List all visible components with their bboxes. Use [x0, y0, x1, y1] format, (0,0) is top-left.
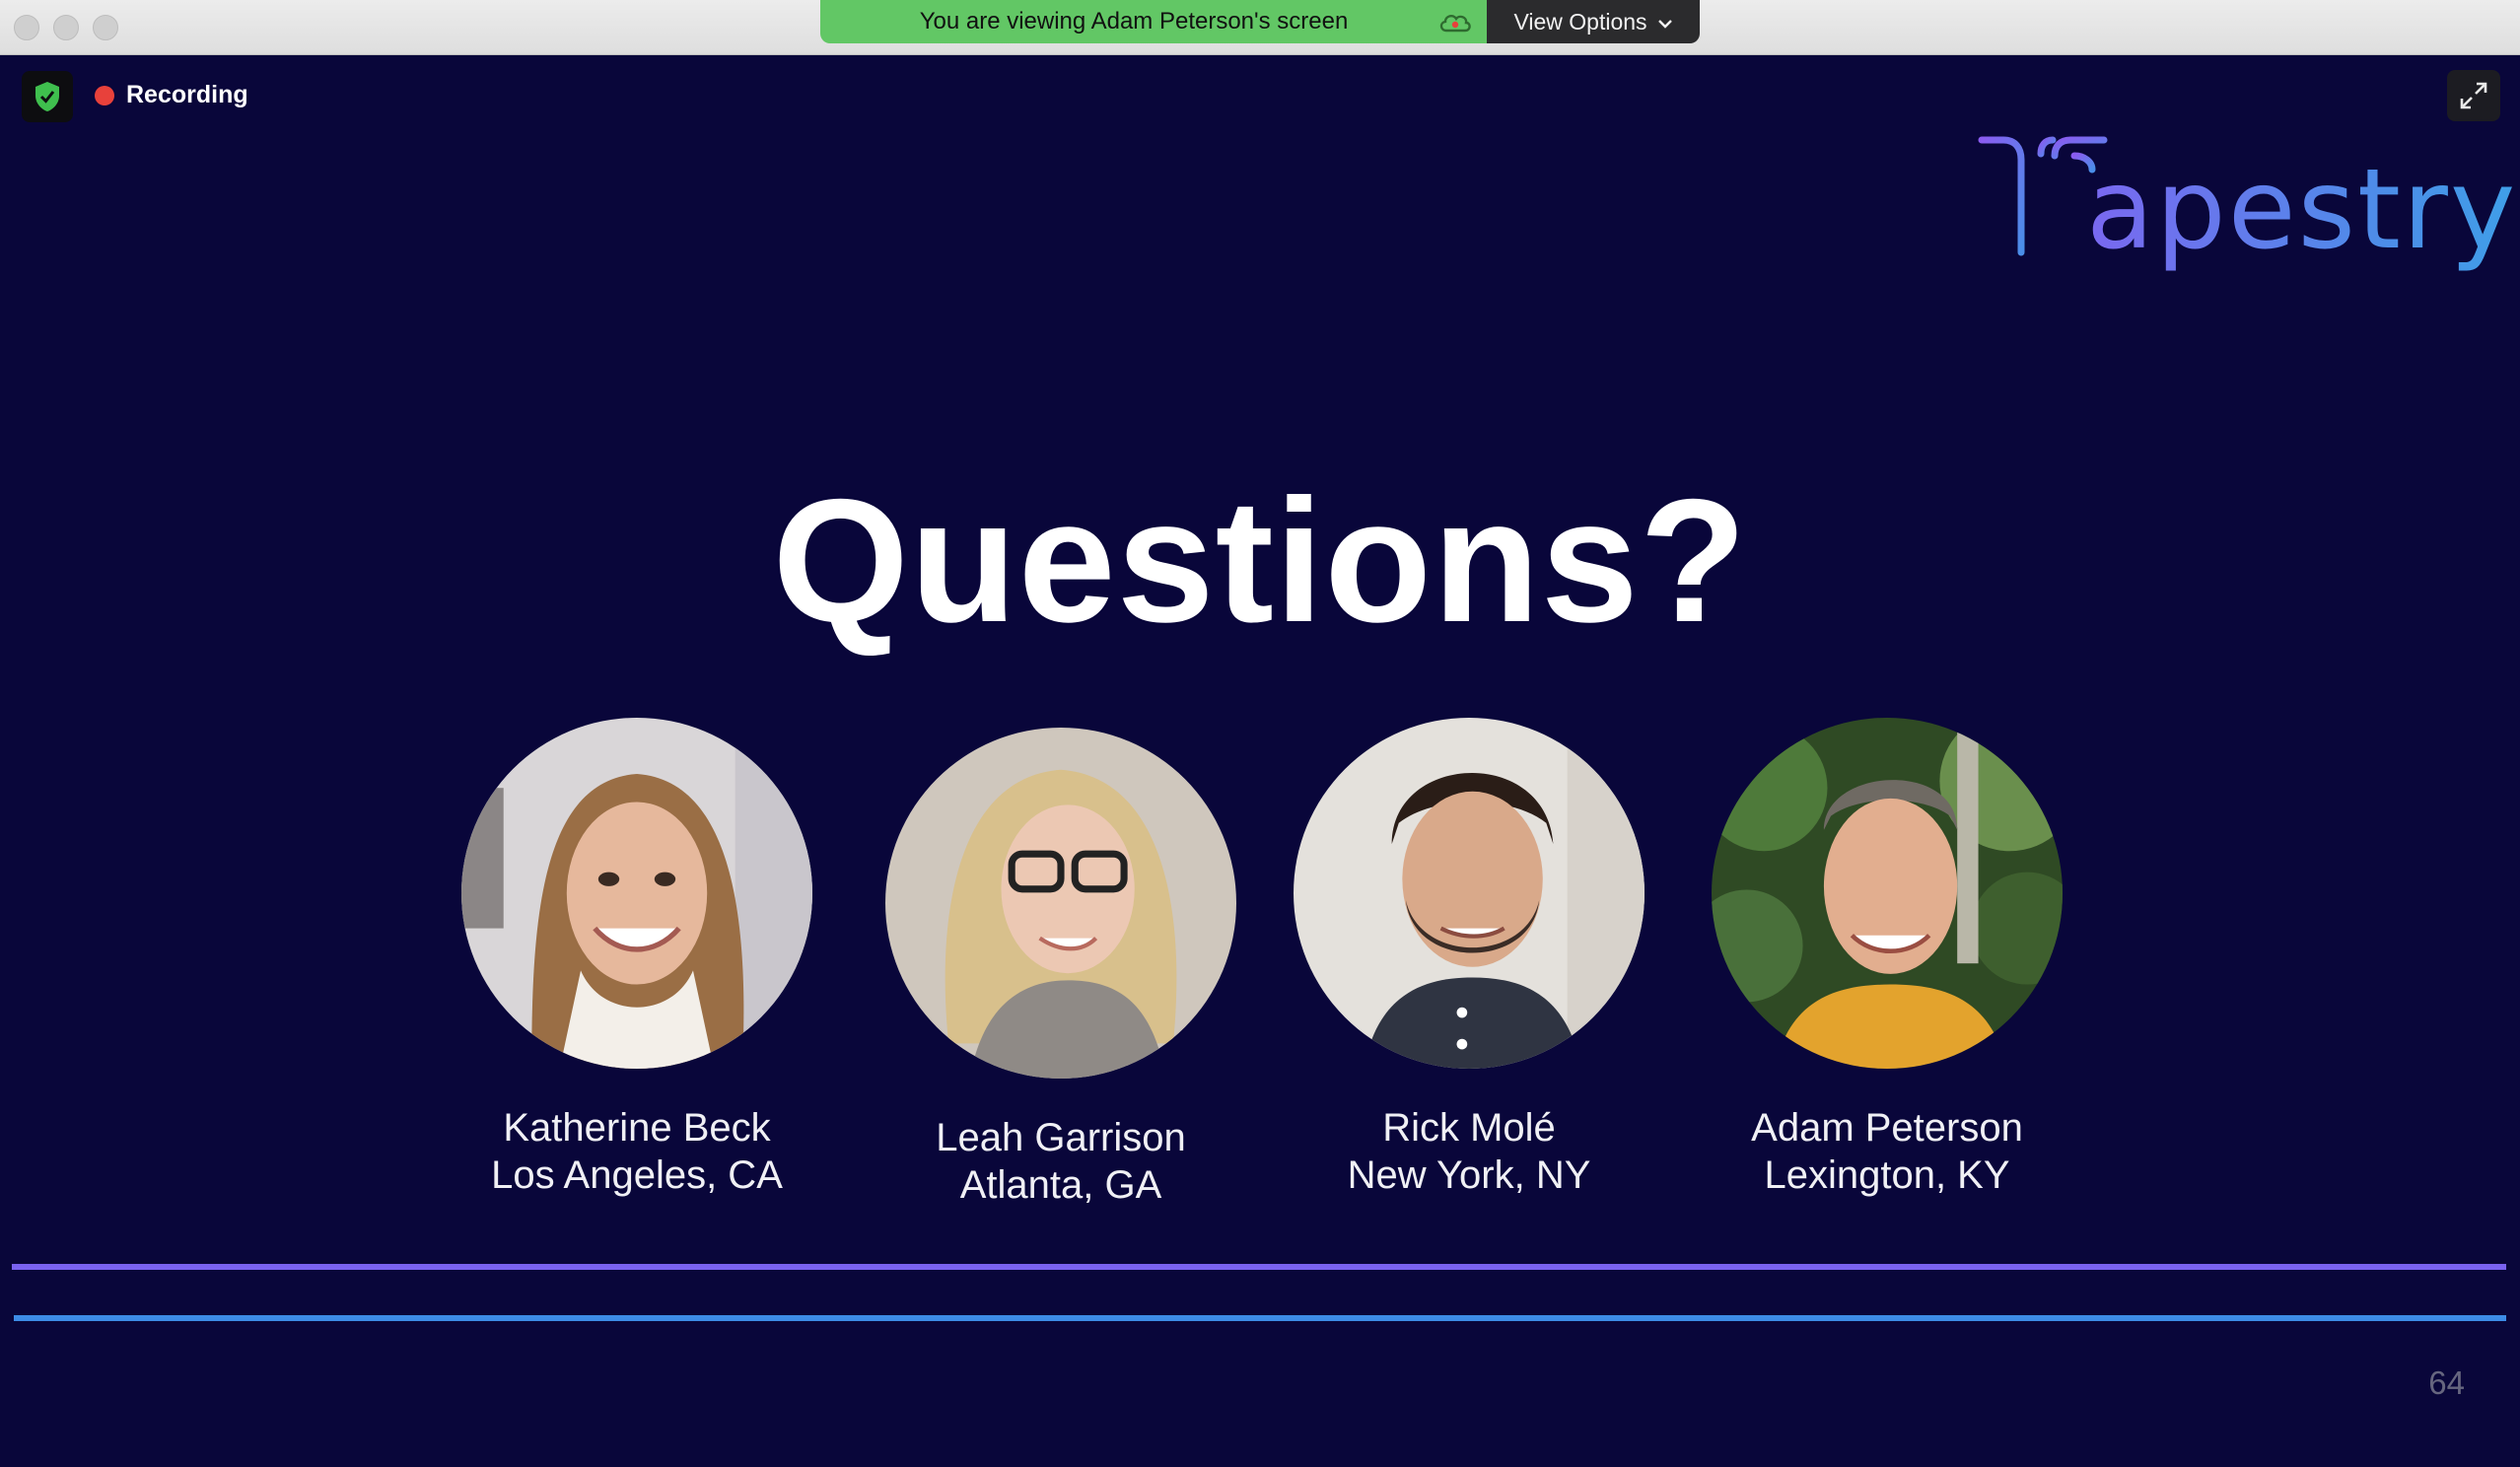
fullscreen-expand-icon: [2460, 82, 2487, 109]
view-options-button[interactable]: View Options: [1487, 0, 1700, 43]
presenter-card: Katherine Beck Los Angeles, CA: [420, 718, 854, 1199]
avatar: [885, 728, 1236, 1079]
presenter-card: Adam Peterson Lexington, KY: [1670, 718, 2104, 1199]
screen-share-banner: You are viewing Adam Peterson's screen: [820, 0, 1487, 43]
window-close-button[interactable]: [14, 15, 39, 40]
presenter-card: Leah Garrison Atlanta, GA: [844, 718, 1278, 1209]
avatar: [1294, 718, 1645, 1069]
avatar: [461, 718, 812, 1069]
view-options-label: View Options: [1513, 8, 1647, 35]
presenter-location: Atlanta, GA: [959, 1163, 1162, 1207]
slide-page-number: 64: [2428, 1364, 2465, 1401]
presenter-location: Los Angeles, CA: [491, 1153, 783, 1197]
presenter-name: Leah Garrison: [936, 1116, 1186, 1159]
decorative-line-purple: [12, 1264, 2506, 1270]
chevron-down-icon: [1657, 19, 1672, 29]
recording-label: Recording: [126, 81, 248, 108]
decorative-line-blue: [14, 1315, 2506, 1321]
presenter-name: Adam Peterson: [1751, 1106, 2023, 1150]
presenter-card: Rick Molé New York, NY: [1252, 718, 1686, 1199]
presenter-name: Rick Molé: [1382, 1106, 1556, 1150]
recording-indicator[interactable]: Recording: [95, 81, 248, 109]
share-banner-text: You are viewing Adam Peterson's screen: [919, 8, 1349, 35]
presenter-name: Katherine Beck: [503, 1106, 771, 1150]
window-minimize-button[interactable]: [53, 15, 79, 40]
window-zoom-button[interactable]: [93, 15, 118, 40]
fullscreen-button[interactable]: [2447, 70, 2500, 121]
logo-wordmark: apestry: [2086, 146, 2518, 274]
presenters-row: Katherine Beck Los Angeles, CA Leah Garr…: [0, 718, 2520, 1270]
shared-screen: Recording apestry Questions? Katherine B…: [0, 55, 2520, 1467]
slide-title: Questions?: [772, 462, 1748, 659]
presenter-location: New York, NY: [1347, 1153, 1591, 1197]
tapestry-logo: apestry: [1976, 114, 2515, 288]
cloud-icon[interactable]: [1437, 9, 1473, 35]
presenter-location: Lexington, KY: [1764, 1153, 2010, 1197]
security-badge[interactable]: [22, 71, 73, 122]
recording-dot-icon: [95, 85, 114, 105]
avatar: [1712, 718, 2063, 1069]
shield-check-icon: [35, 82, 59, 111]
